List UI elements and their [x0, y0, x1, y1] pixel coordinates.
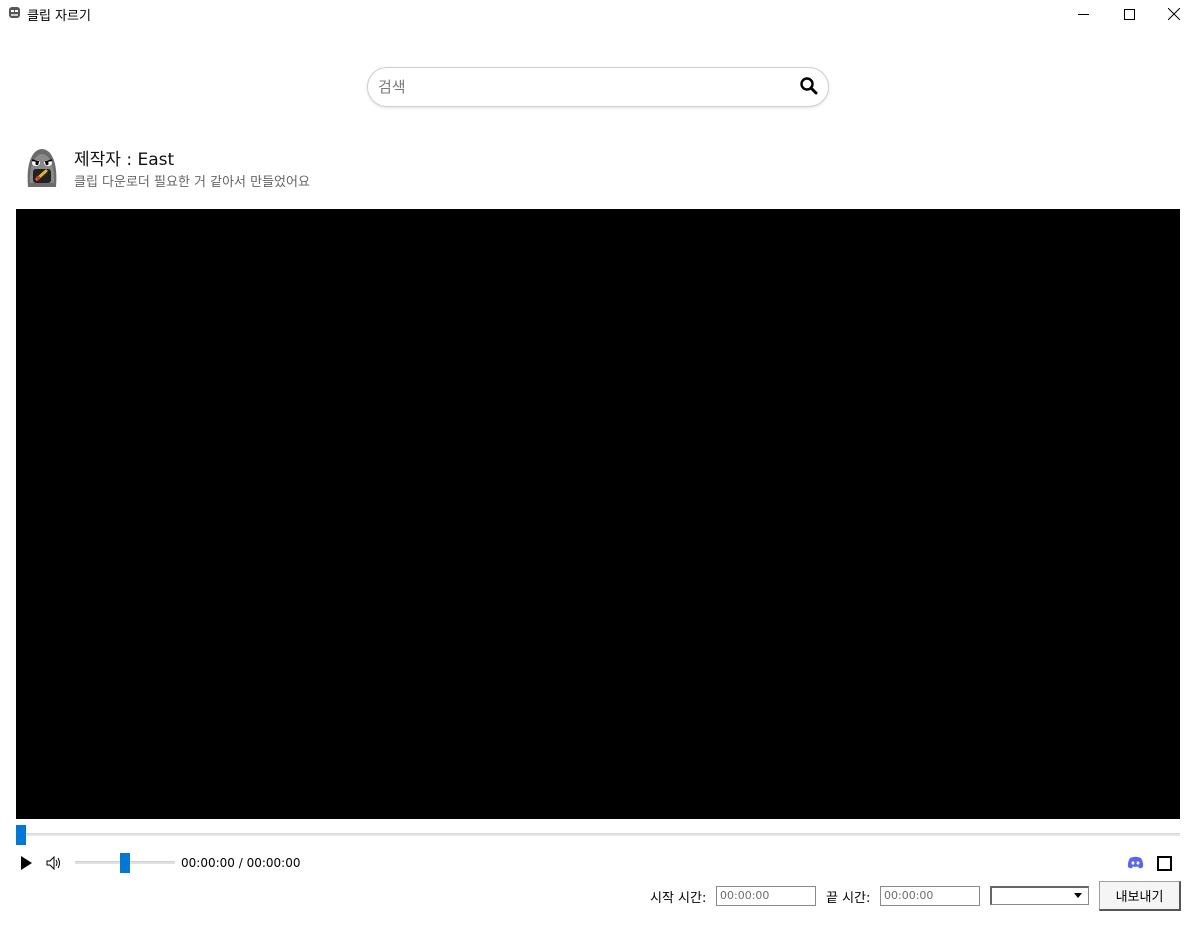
maximize-button[interactable]	[1106, 0, 1152, 28]
export-button[interactable]: 내보내기	[1099, 881, 1181, 911]
search-icon[interactable]	[799, 76, 819, 96]
seek-handle[interactable]	[16, 825, 26, 845]
creator-avatar	[27, 149, 57, 187]
close-button[interactable]	[1151, 0, 1197, 28]
start-time-input[interactable]: 00:00:00	[716, 886, 816, 906]
volume-handle[interactable]	[120, 853, 130, 873]
app-logo-icon	[9, 7, 20, 18]
minimize-button[interactable]	[1060, 0, 1106, 28]
play-icon[interactable]	[18, 855, 34, 871]
window-title: 클립 자르기	[27, 9, 91, 24]
volume-icon[interactable]	[46, 856, 62, 870]
seek-bar[interactable]	[16, 833, 1180, 836]
start-time-label: 시작 시간:	[650, 891, 707, 906]
end-time-label: 끝 시간:	[826, 891, 871, 906]
creator-name: 제작자 : East	[74, 150, 175, 170]
fullscreen-icon[interactable]	[1157, 856, 1172, 871]
minimize-icon	[1077, 13, 1089, 15]
search-input[interactable]	[378, 76, 778, 98]
search-bar	[367, 67, 829, 107]
discord-icon[interactable]	[1127, 856, 1144, 869]
creator-description: 클립 다운로더 필요한 거 같아서 만들었어요	[74, 175, 310, 190]
time-display: 00:00:00 / 00:00:00	[181, 856, 301, 870]
video-player[interactable]	[16, 209, 1180, 819]
chevron-down-icon[interactable]	[1074, 893, 1082, 899]
app-window: 클립 자르기 검색 제작자: East 클립 다운로더 필요한 거 같아서 만…	[0, 0, 1197, 925]
maximize-icon	[1123, 8, 1135, 20]
title-bar: 클립 자르기	[0, 0, 1197, 28]
close-icon	[1168, 8, 1180, 20]
end-time-input[interactable]: 00:00:00	[880, 886, 980, 906]
